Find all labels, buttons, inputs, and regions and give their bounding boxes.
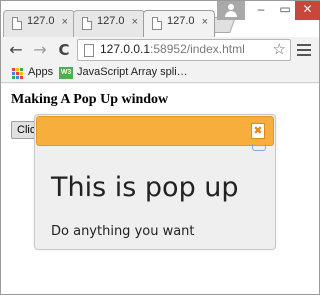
w3schools-icon: W3	[59, 67, 73, 79]
tab-close-icon[interactable]: ×	[132, 16, 138, 28]
page-icon	[152, 17, 162, 30]
tab-3-active[interactable]: 127.0 ×	[143, 10, 215, 37]
apps-grid-square	[12, 76, 15, 79]
url-host: 127.0.0.1	[100, 42, 151, 56]
toolbar: ← → C 127.0.0.1:58952/index.html ☆	[1, 37, 319, 63]
popup-header: ✖	[36, 116, 274, 146]
apps-grid-square	[16, 76, 19, 79]
apps-grid-icon[interactable]	[12, 68, 23, 79]
tab-close-icon[interactable]: ×	[62, 16, 68, 28]
bookmark-star-icon[interactable]: ☆	[273, 40, 286, 58]
profile-button[interactable]	[217, 1, 245, 20]
apps-grid-square	[20, 72, 23, 75]
url-path: :58952/index.html	[150, 42, 245, 56]
minimize-button[interactable]: –	[249, 1, 273, 20]
tab-title: 127.0	[27, 15, 55, 27]
apps-bookmark[interactable]: Apps	[28, 66, 53, 78]
popup-close-button[interactable]: ✖	[251, 123, 265, 139]
apps-grid-square	[20, 76, 23, 79]
apps-grid-square	[12, 72, 15, 75]
popup-title: This is pop up	[51, 172, 239, 203]
address-bar[interactable]: 127.0.0.1:58952/index.html ☆	[77, 39, 291, 61]
tab-1[interactable]: 127.0 ×	[3, 10, 75, 37]
page-heading: Making A Pop Up window	[11, 92, 169, 107]
popup-text: Do anything you want	[51, 224, 195, 239]
popup-window: ✖ This is pop up Do anything you want	[34, 114, 276, 250]
maximize-button[interactable]: ▭	[273, 1, 297, 20]
menu-icon[interactable]	[297, 41, 311, 59]
tab-title: 127.0	[97, 15, 125, 27]
browser-window: 127.0 × 127.0 × 127.0 × – ▭ ✕ ← → C 127.…	[0, 0, 320, 295]
page-content: Making A Pop Up window Click ✖ This is p…	[1, 84, 319, 294]
forward-button[interactable]: →	[31, 40, 49, 60]
apps-grid-square	[12, 68, 15, 71]
apps-grid-square	[20, 68, 23, 71]
tab-close-icon[interactable]: ×	[202, 16, 208, 28]
page-icon	[82, 17, 92, 30]
close-window-button[interactable]: ✕	[295, 1, 320, 20]
page-icon	[84, 44, 94, 57]
url-text[interactable]: 127.0.0.1:58952/index.html	[100, 42, 245, 56]
apps-grid-square	[16, 68, 19, 71]
reload-button[interactable]: C	[55, 40, 73, 60]
tab-title: 127.0	[167, 15, 195, 27]
person-icon	[228, 4, 234, 10]
page-icon	[12, 17, 22, 30]
tab-strip: 127.0 × 127.0 × 127.0 × – ▭ ✕	[1, 1, 320, 37]
bookmark-item[interactable]: JavaScript Array spli…	[77, 66, 188, 78]
back-button[interactable]: ←	[7, 40, 25, 60]
bookmarks-bar: Apps W3 JavaScript Array spli…	[1, 63, 319, 83]
tab-2[interactable]: 127.0 ×	[73, 10, 145, 37]
apps-grid-square	[16, 72, 19, 75]
focus-outline	[252, 144, 266, 151]
